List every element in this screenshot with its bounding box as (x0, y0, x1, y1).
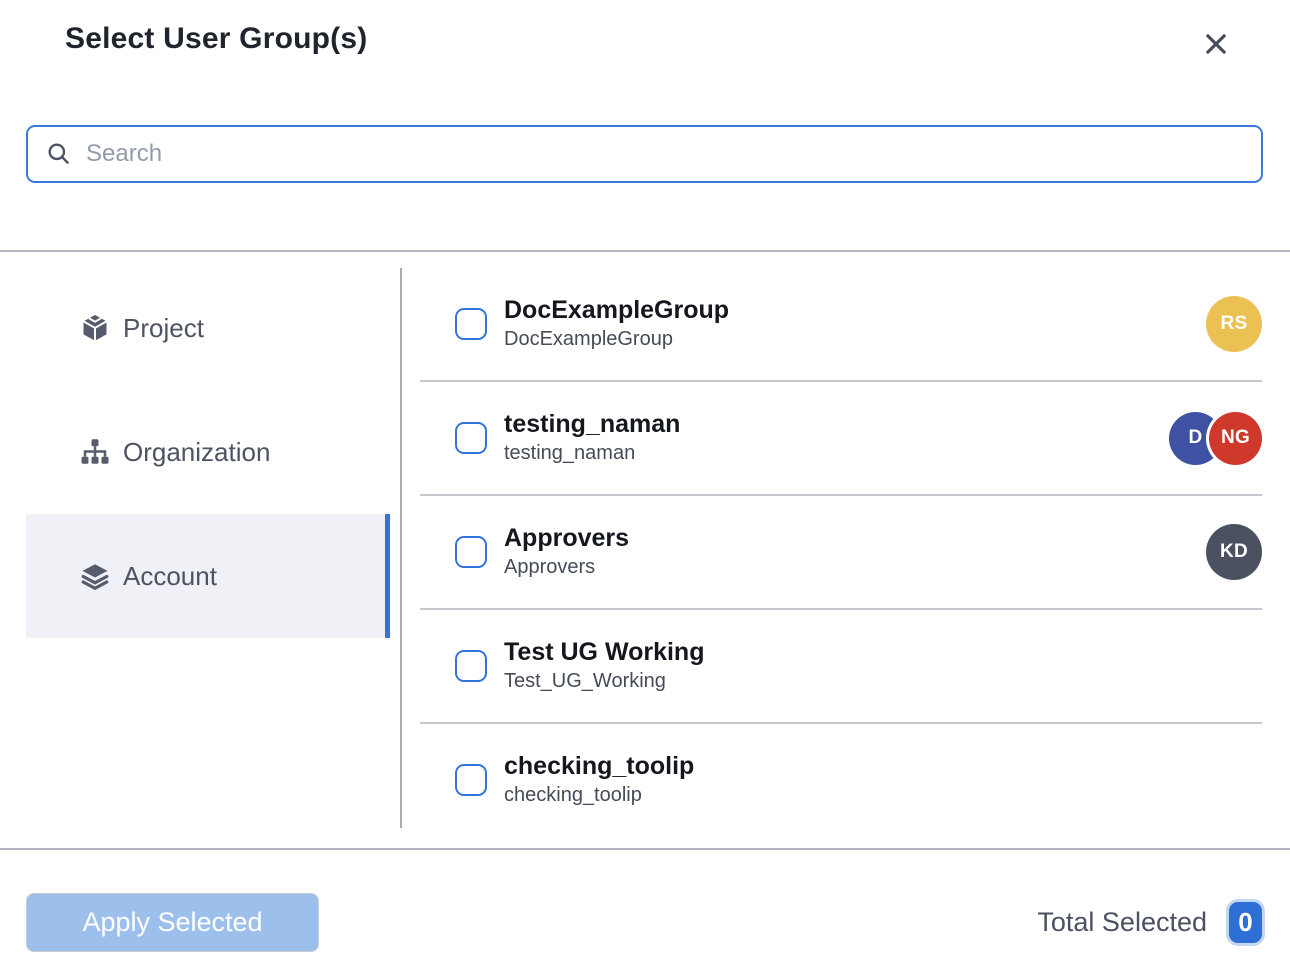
search-input[interactable] (86, 140, 1243, 168)
group-subtitle: checking_toolip (504, 782, 694, 809)
group-avatars: KD (1206, 524, 1262, 580)
group-title: testing_naman (504, 409, 680, 440)
group-title: Approvers (504, 523, 629, 554)
sidebar-tab-label: Project (123, 313, 204, 344)
group-checkbox[interactable] (455, 764, 487, 796)
group-subtitle: Test_UG_Working (504, 668, 704, 695)
modal-header: Select User Group(s) (0, 0, 1290, 125)
group-row[interactable]: Approvers Approvers KD (402, 496, 1290, 608)
select-user-groups-modal: Select User Group(s) Project (0, 0, 1290, 970)
total-selected-count-badge: 0 (1229, 902, 1262, 943)
modal-body: Project Organization Account DocExampleG… (0, 252, 1290, 848)
avatar-badge: NG (1209, 412, 1262, 465)
sitemap-icon (80, 437, 110, 467)
group-avatars: RS (1206, 296, 1262, 352)
group-subtitle: testing_naman (504, 440, 680, 467)
group-row[interactable]: testing_naman testing_naman DNG (402, 382, 1290, 494)
total-selected-label: Total Selected (1037, 907, 1207, 938)
group-checkbox[interactable] (455, 536, 487, 568)
group-row[interactable]: Test UG Working Test_UG_Working (402, 610, 1290, 722)
sidebar-tab-account[interactable]: Account (26, 514, 390, 638)
group-subtitle: DocExampleGroup (504, 326, 729, 353)
group-checkbox[interactable] (455, 308, 487, 340)
avatar-badge: RS (1206, 296, 1262, 352)
scope-sidebar: Project Organization Account (0, 252, 400, 848)
sidebar-tab-project[interactable]: Project (26, 266, 390, 390)
group-title: checking_toolip (504, 751, 694, 782)
close-icon (1201, 29, 1231, 59)
group-title: DocExampleGroup (504, 295, 729, 326)
group-subtitle: Approvers (504, 554, 629, 581)
sidebar-tab-organization[interactable]: Organization (26, 390, 390, 514)
group-row[interactable]: checking_toolip checking_toolip (402, 724, 1290, 836)
modal-footer: Apply Selected Total Selected 0 (0, 850, 1290, 970)
sidebar-tab-label: Account (123, 561, 217, 592)
layers-icon (80, 561, 110, 591)
search-box[interactable] (26, 125, 1263, 183)
group-list: DocExampleGroup DocExampleGroup RS testi… (402, 252, 1290, 848)
avatar-badge: KD (1206, 524, 1262, 580)
group-checkbox[interactable] (455, 650, 487, 682)
group-avatars: DNG (1169, 412, 1262, 465)
group-row[interactable]: DocExampleGroup DocExampleGroup RS (402, 268, 1290, 380)
sidebar-tab-label: Organization (123, 437, 270, 468)
search-icon (46, 141, 72, 167)
cube-icon (80, 313, 110, 343)
close-button[interactable] (1198, 26, 1234, 62)
apply-selected-button[interactable]: Apply Selected (26, 893, 319, 952)
group-checkbox[interactable] (455, 422, 487, 454)
modal-title: Select User Group(s) (65, 22, 367, 56)
group-title: Test UG Working (504, 637, 704, 668)
